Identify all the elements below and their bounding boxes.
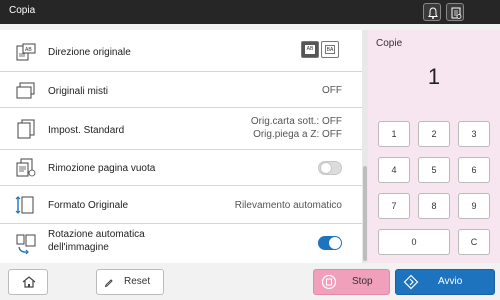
- setting-row-direzione-originale[interactable]: AB Direzione originale AB BA: [0, 33, 362, 72]
- auto-rotate-icon: [14, 233, 38, 255]
- key-9[interactable]: 9: [458, 193, 490, 219]
- setting-value: OFF: [322, 85, 342, 96]
- standard-settings-icon: [14, 118, 38, 140]
- key-5[interactable]: 5: [418, 157, 450, 183]
- setting-row-rotazione-automatica[interactable]: Rotazione automatica dell'immagine: [0, 224, 362, 263]
- toggle-knob: [329, 237, 341, 249]
- reset-button[interactable]: Reset: [96, 269, 164, 295]
- original-size-icon: [14, 194, 38, 216]
- setting-value-line2: Orig.piega a Z: OFF: [253, 129, 342, 140]
- mixed-originals-icon: [14, 80, 38, 102]
- setting-label-line1: Rotazione automatica: [48, 229, 145, 240]
- key-0[interactable]: 0: [378, 229, 450, 255]
- direction-option-ab-text: AB: [305, 45, 315, 54]
- key-clear[interactable]: C: [458, 229, 490, 255]
- blank-page-removal-icon: [14, 157, 38, 179]
- settings-list: AB Direzione originale AB BA Originali m…: [0, 30, 362, 263]
- key-7[interactable]: 7: [378, 193, 410, 219]
- app-title: Copia: [9, 5, 36, 16]
- setting-label: Formato Originale: [48, 200, 129, 211]
- start-icon: [403, 274, 419, 290]
- direction-option-ba-text: BA: [325, 45, 335, 54]
- setting-label: Impost. Standard: [48, 125, 125, 136]
- key-8[interactable]: 8: [418, 193, 450, 219]
- stop-icon: [321, 274, 337, 290]
- top-bar: Copia: [0, 0, 500, 24]
- stop-button[interactable]: Stop: [313, 269, 390, 295]
- setting-row-impost-standard[interactable]: Impost. Standard Orig.carta sott.: OFF O…: [0, 108, 362, 150]
- start-label: Avvio: [438, 276, 463, 287]
- auto-rotate-toggle[interactable]: [318, 236, 342, 250]
- setting-value-line1: Orig.carta sott.: OFF: [250, 116, 342, 127]
- setting-row-formato-originale[interactable]: Formato Originale Rilevamento automatico: [0, 186, 362, 224]
- setting-label: Originali misti: [48, 86, 109, 97]
- setting-label-line2: dell'immagine: [48, 242, 109, 253]
- reset-label: Reset: [124, 276, 151, 287]
- blank-page-removal-toggle[interactable]: [318, 161, 342, 175]
- key-1[interactable]: 1: [378, 121, 410, 147]
- key-2[interactable]: 2: [418, 121, 450, 147]
- copies-count: 1: [427, 64, 441, 89]
- svg-text:AB: AB: [25, 47, 32, 53]
- copies-panel: Copie 1 1 2 3 4 5 6 7 8 9 0 C: [368, 30, 500, 263]
- key-3[interactable]: 3: [458, 121, 490, 147]
- original-direction-icon: AB: [14, 42, 38, 64]
- scrollbar-thumb[interactable]: [363, 166, 367, 261]
- start-button[interactable]: Avvio: [395, 269, 495, 295]
- key-6[interactable]: 6: [458, 157, 490, 183]
- setting-row-originali-misti[interactable]: Originali misti OFF: [0, 72, 362, 108]
- direction-option-ba[interactable]: BA: [321, 41, 339, 58]
- key-4[interactable]: 4: [378, 157, 410, 183]
- setting-label: Rimozione pagina vuota: [48, 163, 156, 174]
- toggle-knob: [320, 162, 332, 174]
- setting-label: Direzione originale: [48, 47, 131, 58]
- setting-row-rimozione-pagina-vuota[interactable]: Rimozione pagina vuota: [0, 150, 362, 186]
- copies-label: Copie: [376, 38, 403, 49]
- device-status-icon[interactable]: [446, 3, 464, 21]
- bell-icon[interactable]: [423, 3, 441, 21]
- direction-option-ab[interactable]: AB: [301, 41, 319, 58]
- stop-label: Stop: [352, 276, 373, 287]
- pencil-icon: [104, 279, 113, 287]
- home-button[interactable]: [8, 269, 48, 295]
- setting-value: Rilevamento automatico: [234, 200, 342, 211]
- bottom-bar: Reset Stop Avvio: [0, 263, 500, 300]
- home-icon: [22, 276, 36, 288]
